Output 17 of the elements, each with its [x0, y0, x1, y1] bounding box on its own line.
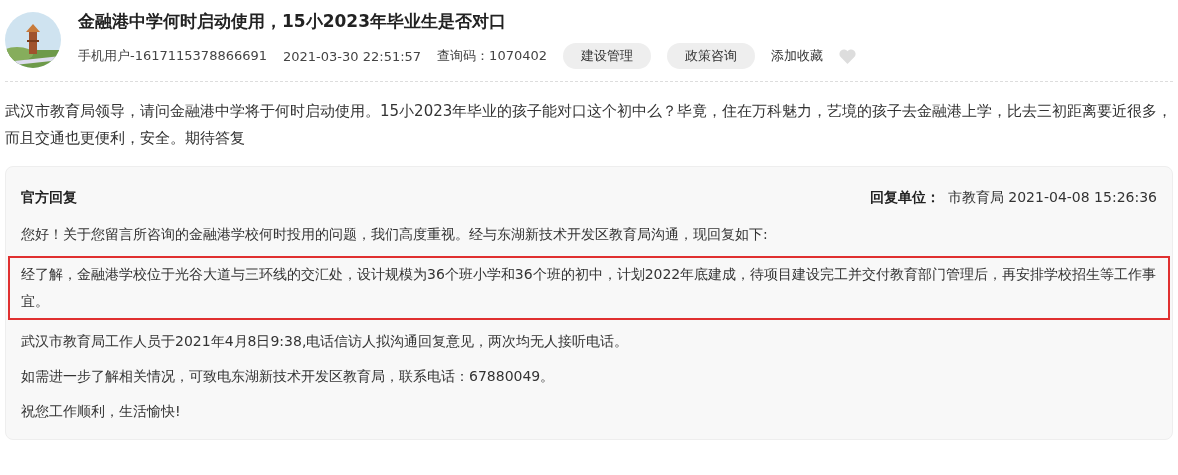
favorite-link[interactable]: 添加收藏 — [771, 47, 823, 65]
post-time: 2021-03-30 22:51:57 — [283, 48, 422, 64]
reply-paragraph: 您好！关于您留言所咨询的金融港学校何时投用的问题，我们高度重视。经与东湖新技术开发区教育局沟通，现回复如下: — [20, 225, 769, 244]
reply-paragraph: 如需进一步了解相关情况，可致电东湖新技术开发区教育局，联系电话：67880049。 — [20, 367, 556, 386]
reply-paragraph: 武汉市教育局工作人员于2021年4月8日9:38,电话信访人拟沟通回复意见，两次均无人接听电话。 — [20, 332, 630, 351]
category-tag[interactable]: 建设管理 — [563, 43, 651, 69]
reply-unit: 市教育局 2021-04-08 15:26:36 — [947, 189, 1157, 207]
reply-unit-label: 回复单位： — [869, 189, 940, 207]
reply-heading: 官方回复 — [21, 189, 77, 207]
category-tag[interactable]: 政策咨询 — [667, 43, 755, 69]
heart-icon[interactable] — [839, 48, 856, 64]
post-title: 金融港中学何时启动使用，15小2023年毕业生是否对口 — [78, 10, 507, 33]
question-text: 武汉市教育局领导，请问金融港中学将于何时启动使用。15小2023年毕业的孩子能对口这个初中么？毕竟，住在万科魅力，艺境的孩子去金融港上学，比去三初距离要近很多，而且交通也更便利，安全。期待答复 — [5, 101, 1173, 149]
reply-paragraph: 经了解，金融港学校位于光谷大道与三环线的交汇处，设计规模为36个班小学和36个班的初中，计划2022年底建成，待项目建设完工并交付教育部门管理后，再安排学校招生等工作事宜。 — [8, 256, 1170, 320]
author-name: 手机用户-1617115378866691 — [78, 47, 268, 65]
query-code: 查询码：1070402 — [437, 47, 547, 65]
reply-paragraph: 祝您工作顺利，生活愉快! — [20, 402, 182, 421]
